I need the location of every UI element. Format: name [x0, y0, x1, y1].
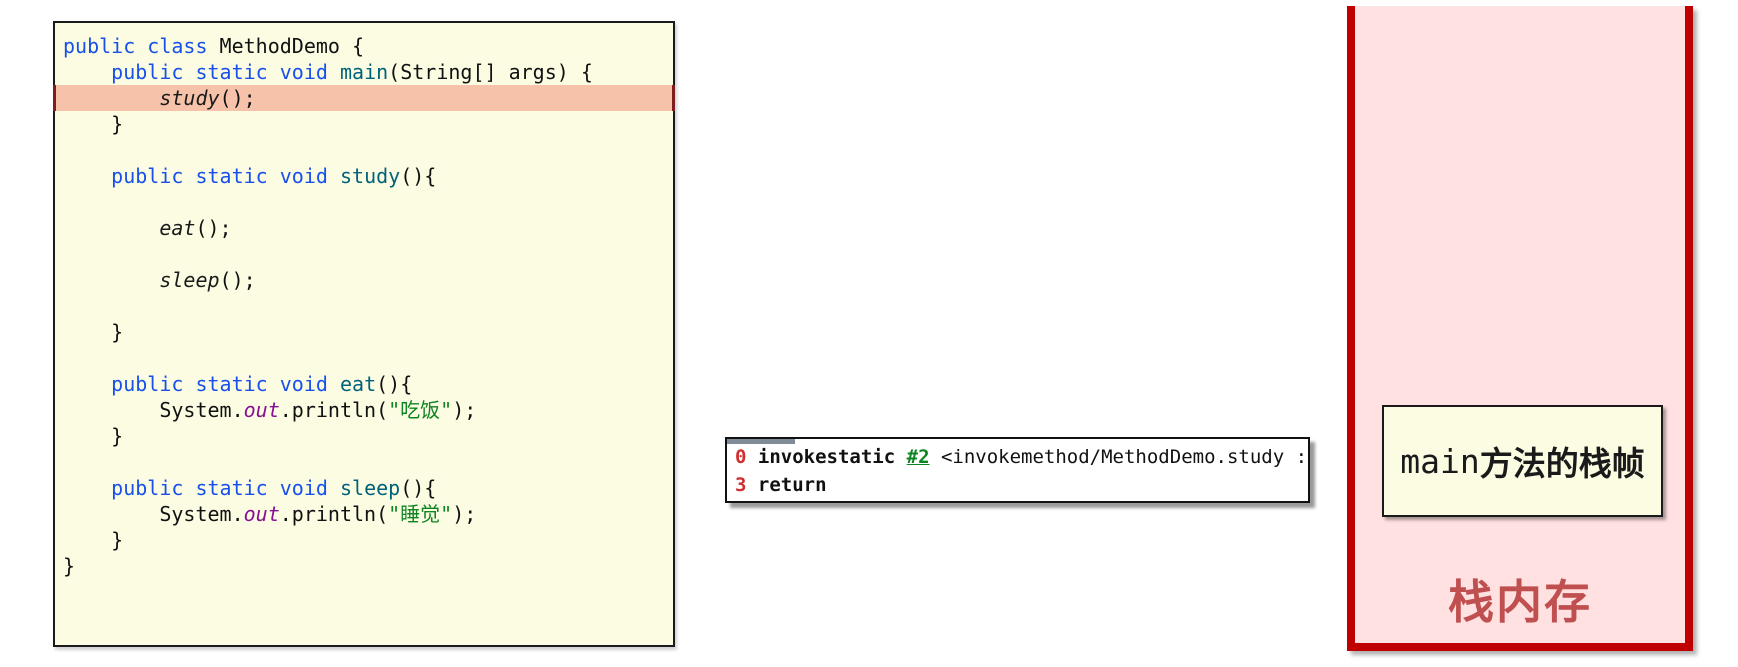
code-line: public static void main(String[] args) { — [111, 60, 593, 84]
code-line: eat(); — [159, 216, 232, 240]
code-lines: public class MethodDemo { public static … — [53, 33, 675, 579]
bytecode-lines: 0 invokestatic #2 <invokemethod/MethodDe… — [735, 443, 1308, 499]
code-line: public static void sleep(){ — [111, 476, 437, 500]
stack-frame-box: main 方法的栈帧 — [1382, 405, 1663, 517]
stack-memory-panel: main 方法的栈帧 栈内存 — [1347, 6, 1693, 651]
stack-memory-label: 栈内存 — [1448, 575, 1592, 629]
code-line: } — [63, 424, 124, 448]
bytecode-popup: 0 invokestatic #2 <invokemethod/MethodDe… — [725, 437, 1310, 503]
scrollbar-thumb[interactable] — [727, 439, 795, 444]
code-line: public class MethodDemo { — [63, 34, 365, 58]
stack-frame-label-latin: main — [1400, 441, 1480, 481]
bytecode-line: 0 invokestatic #2 <invokemethod/MethodDe… — [735, 446, 1308, 468]
code-line: System.out.println("吃饭"); — [63, 398, 477, 422]
code-line: } — [63, 320, 124, 344]
code-line: } — [63, 528, 124, 552]
code-line: sleep(); — [159, 268, 256, 292]
bytecode-line: 3 return — [735, 474, 827, 496]
code-editor-panel: public class MethodDemo { public static … — [53, 21, 675, 647]
code-line: } — [63, 112, 124, 136]
code-line: public static void eat(){ — [111, 372, 413, 396]
code-line: } — [63, 554, 76, 578]
stack-frame-label-cjk: 方法的栈帧 — [1479, 444, 1645, 483]
code-line-highlighted: study(); — [53, 85, 675, 111]
code-line: System.out.println("睡觉"); — [63, 502, 477, 526]
code-line: public static void study(){ — [111, 164, 437, 188]
